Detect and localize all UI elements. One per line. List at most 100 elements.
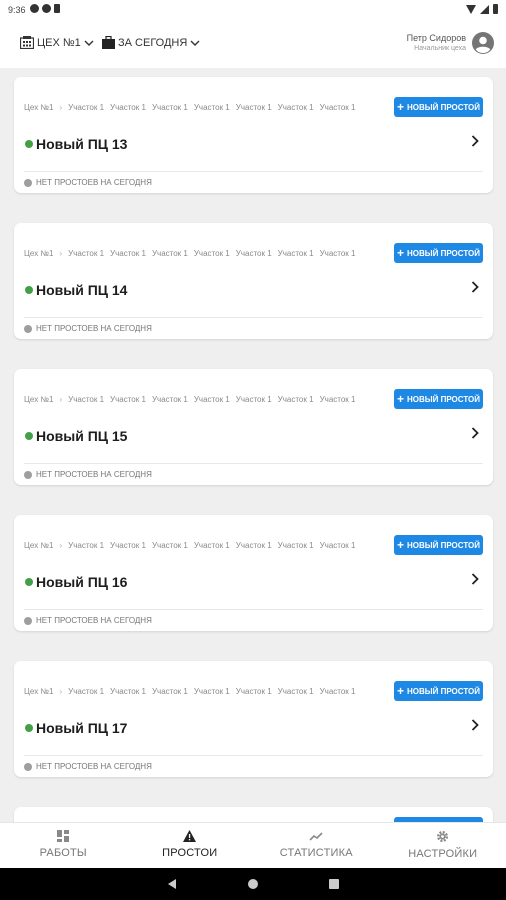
gear-icon [437, 830, 449, 843]
breadcrumb-item: Участок 1 [235, 687, 272, 696]
breadcrumb-item: Участок 1 [110, 103, 146, 112]
downtime-status: НЕТ ПРОСТОЕВ НА СЕГОДНЯ [24, 616, 152, 625]
breadcrumb: Цех №1 › Участок 1 Участок 1 Участок 1 Участо… [24, 541, 389, 550]
new-downtime-label: новый простой [406, 248, 481, 258]
breadcrumb-item: Участок 1 [68, 395, 105, 404]
breadcrumb-item: Участок 1 [110, 687, 146, 696]
plus-icon: + [396, 538, 404, 552]
breadcrumb-item: Участок 1 [151, 687, 188, 696]
chevron-right-icon[interactable] [471, 427, 479, 439]
nav-downtimes[interactable]: ПРОСТОИ [127, 823, 254, 868]
nav-downtimes-label: ПРОСТОИ [162, 847, 218, 859]
online-status-dot [25, 432, 33, 440]
chevron-right-icon: › [59, 541, 63, 550]
back-icon[interactable] [168, 879, 176, 889]
new-downtime-label: новый простой [406, 540, 481, 550]
breadcrumb-item: Участок 1 [110, 541, 146, 550]
new-downtime-button[interactable]: +новый простой [394, 97, 483, 117]
signal-icon [480, 4, 489, 14]
system-navigation-bar [0, 868, 506, 900]
chevron-right-icon: › [59, 103, 63, 112]
plus-icon: + [396, 392, 404, 406]
online-status-dot [25, 578, 33, 586]
work-center-card[interactable]: Цех №1›Участок 1Участок 1Участок 1Участо… [14, 515, 493, 631]
breadcrumb-item: Участок 1 [277, 103, 314, 112]
status-dot [24, 470, 32, 479]
breadcrumb-item: Участок 1 [277, 395, 314, 404]
top-bar: ЦЕХ №1 ЗА СЕГОДНЯ Петр Сидоров Начальник… [0, 20, 506, 68]
sd-card-icon [54, 4, 60, 13]
notification-sync-icon [42, 4, 51, 13]
nav-settings-label: НАСТРОЙКИ [408, 848, 478, 860]
breadcrumb-item: Цех №1 [24, 395, 54, 404]
status-text: НЕТ ПРОСТОЕВ НА СЕГОДНЯ [36, 616, 152, 625]
breadcrumb-item: Участок 1 [193, 687, 230, 696]
notification-a-icon [30, 4, 39, 13]
chevron-right-icon: › [59, 687, 63, 696]
work-center-card[interactable]: Цех №1›Участок 1Участок 1Участок 1Участо… [14, 807, 493, 822]
user-name: Петр Сидоров [406, 33, 466, 43]
chevron-right-icon[interactable] [471, 135, 479, 147]
status-dot [24, 616, 32, 625]
divider [24, 317, 483, 318]
chevron-right-icon[interactable] [471, 573, 479, 585]
home-icon[interactable] [248, 879, 258, 889]
breadcrumb: Цех №1 › Участок 1 Участок 1 Участок 1 Участо… [24, 395, 389, 404]
period-filter[interactable]: ЗА СЕГОДНЯ [102, 36, 200, 49]
status-bar: 9:36 [0, 0, 506, 20]
divider [24, 755, 483, 756]
divider [24, 463, 483, 464]
new-downtime-button[interactable]: +новый простой [394, 681, 483, 701]
chevron-right-icon: › [59, 395, 63, 404]
work-center-card[interactable]: Цех №1 › Участок 1 Участок 1 Участок 1 Участо… [14, 369, 493, 485]
breadcrumb: Цех №1 › Участок 1 Участок 1 Участок 1 Участо… [24, 687, 389, 696]
downtime-status: НЕТ ПРОСТОЕВ НА СЕГОДНЯ [24, 470, 152, 479]
breadcrumb-item: Цех №1 [24, 103, 54, 112]
breadcrumb: Цех №1 › Участок 1 Участок 1 Участок 1 Участо… [24, 249, 389, 258]
status-time: 9:36 [8, 5, 26, 15]
downtime-status: НЕТ ПРОСТОЕВ НА СЕГОДНЯ [24, 178, 152, 187]
breadcrumb: Цех №1 › Участок 1 Участок 1 Участок 1 Участо… [24, 103, 389, 112]
user-info[interactable]: Петр Сидоров Начальник цеха [407, 33, 466, 52]
breadcrumb-item: Участок 1 [235, 249, 272, 258]
card-title: Новый ПЦ 16 [36, 574, 128, 590]
notification-icons [30, 4, 60, 13]
chevron-down-icon [190, 40, 200, 46]
nav-statistics[interactable]: СТАТИСТИКА [253, 823, 380, 868]
breadcrumb-item: Цех №1 [24, 249, 54, 258]
new-downtime-button[interactable]: +новый простой [394, 243, 483, 263]
breadcrumb-item: Участок 1 [193, 395, 230, 404]
breadcrumb-item: Участок 1 [151, 249, 188, 258]
workshop-filter[interactable]: ЦЕХ №1 [20, 36, 94, 49]
new-downtime-label: новый простой [406, 686, 481, 696]
new-downtime-button[interactable]: +новый простой [394, 535, 483, 555]
avatar-icon[interactable] [472, 32, 494, 54]
chevron-right-icon[interactable] [471, 719, 479, 731]
wifi-icon [466, 4, 476, 14]
downtime-list[interactable]: Цех №1 › Участок 1 Участок 1 Участок 1 Участо… [0, 68, 506, 822]
battery-icon [493, 4, 498, 14]
nav-works[interactable]: РАБОТЫ [0, 823, 127, 868]
status-dot [24, 178, 32, 187]
breadcrumb-item: Участок 1 [151, 395, 188, 404]
card-title: Новый ПЦ 15 [36, 428, 128, 444]
plus-icon: + [396, 684, 404, 698]
card-title: Новый ПЦ 14 [36, 282, 128, 298]
nav-settings[interactable]: НАСТРОЙКИ [380, 823, 506, 868]
online-status-dot [25, 286, 33, 294]
new-downtime-button[interactable]: +новый простой [394, 389, 483, 409]
chevron-down-icon [84, 40, 94, 46]
breadcrumb-item: Участок 1 [193, 103, 230, 112]
work-center-card[interactable]: Цех №1›Участок 1Участок 1Участок 1Участо… [14, 223, 493, 339]
user-role: Начальник цеха [414, 45, 466, 52]
breadcrumb-item: Участок 1 [68, 249, 105, 258]
chevron-right-icon[interactable] [471, 281, 479, 293]
breadcrumb-item: Участок 1 [68, 541, 105, 550]
breadcrumb-item: Участок 1 [193, 541, 230, 550]
work-center-card[interactable]: Цех №1›Участок 1Участок 1Участок 1Участо… [14, 77, 493, 193]
plus-icon: + [396, 100, 404, 114]
work-center-card[interactable]: Цех №1›Участок 1Участок 1Участок 1Участо… [14, 661, 493, 777]
breadcrumb-item: Участок 1 [277, 541, 314, 550]
status-text: НЕТ ПРОСТОЕВ НА СЕГОДНЯ [36, 178, 152, 187]
recents-icon[interactable] [329, 879, 339, 889]
